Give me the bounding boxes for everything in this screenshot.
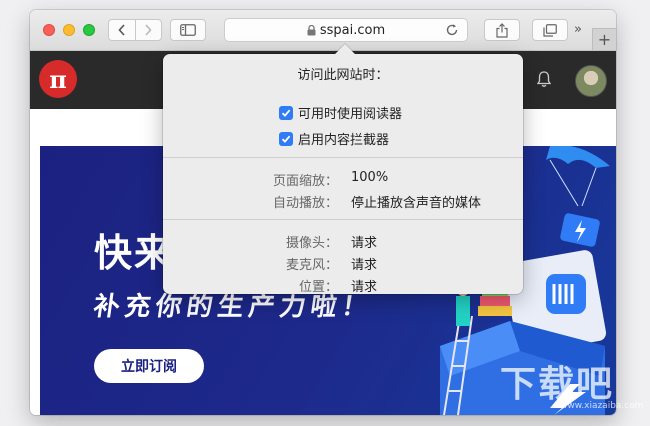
location-select[interactable]: 请求 bbox=[351, 276, 377, 295]
location-row: 位置： 请求 bbox=[163, 276, 523, 295]
checkbox-checked-icon[interactable] bbox=[279, 131, 293, 146]
page-zoom-label: 页面缩放： bbox=[272, 174, 338, 189]
popover-title: 访问此网站时： bbox=[297, 68, 389, 83]
back-button[interactable] bbox=[109, 20, 135, 40]
pi-logo-icon: π bbox=[49, 64, 67, 94]
double-chevron-icon[interactable]: » bbox=[574, 22, 582, 37]
share-button[interactable] bbox=[484, 19, 520, 41]
zoom-window-button[interactable] bbox=[83, 24, 95, 36]
bell-icon[interactable] bbox=[536, 70, 552, 88]
checkbox-checked-icon[interactable] bbox=[279, 105, 293, 120]
location-label: 位置： bbox=[298, 280, 338, 295]
chevron-left-icon bbox=[118, 24, 125, 36]
browser-toolbar: sspai.com » + bbox=[30, 10, 616, 51]
page-zoom-row: 页面缩放： 100% bbox=[163, 170, 523, 189]
close-window-button[interactable] bbox=[43, 24, 55, 36]
share-icon bbox=[496, 22, 508, 38]
microphone-row: 麦克风： 请求 bbox=[163, 254, 523, 273]
auto-play-row: 自动播放： 停止播放含声音的媒体 bbox=[163, 192, 523, 211]
show-tabs-button[interactable] bbox=[532, 19, 568, 41]
reader-option-label: 可用时使用阅读器 bbox=[298, 107, 403, 122]
website-settings-popover: 访问此网站时： 可用时使用阅读器 启用内容拦截器 页面缩放： 100% 自动播放… bbox=[163, 44, 523, 295]
divider bbox=[163, 157, 523, 158]
camera-select[interactable]: 请求 bbox=[351, 232, 377, 251]
sidebar-icon bbox=[180, 24, 196, 36]
content-blocker-label: 启用内容拦截器 bbox=[298, 133, 390, 148]
page-zoom-select[interactable]: 100% bbox=[351, 170, 388, 185]
sidebar-button[interactable] bbox=[170, 19, 206, 41]
auto-play-select[interactable]: 停止播放含声音的媒体 bbox=[351, 192, 481, 211]
divider bbox=[163, 219, 523, 220]
content-blocker-option[interactable]: 启用内容拦截器 bbox=[279, 129, 389, 148]
chevron-right-icon bbox=[145, 24, 152, 36]
watermark-url: www.xiazaiba.com bbox=[560, 401, 644, 411]
navigation-buttons bbox=[108, 19, 162, 41]
avatar[interactable] bbox=[575, 65, 607, 97]
minimize-window-button[interactable] bbox=[63, 24, 75, 36]
new-tab-button[interactable]: + bbox=[592, 28, 616, 50]
watermark-logo: 下载吧 bbox=[500, 364, 615, 405]
auto-play-label: 自动播放： bbox=[272, 196, 338, 211]
forward-button[interactable] bbox=[134, 20, 162, 40]
camera-row: 摄像头： 请求 bbox=[163, 232, 523, 251]
microphone-select[interactable]: 请求 bbox=[351, 254, 377, 273]
tabs-icon bbox=[543, 23, 557, 37]
camera-label: 摄像头： bbox=[285, 236, 338, 251]
banner-headline: 快来 bbox=[94, 231, 175, 275]
reader-option[interactable]: 可用时使用阅读器 bbox=[279, 103, 402, 122]
subscribe-button[interactable]: 立即订阅 bbox=[94, 349, 204, 383]
reload-icon[interactable] bbox=[445, 23, 459, 37]
lock-icon bbox=[307, 24, 316, 36]
address-bar[interactable]: sspai.com bbox=[224, 18, 468, 42]
microphone-label: 麦克风： bbox=[285, 258, 338, 273]
url-text: sspai.com bbox=[319, 22, 386, 38]
site-logo[interactable]: π bbox=[39, 60, 77, 98]
